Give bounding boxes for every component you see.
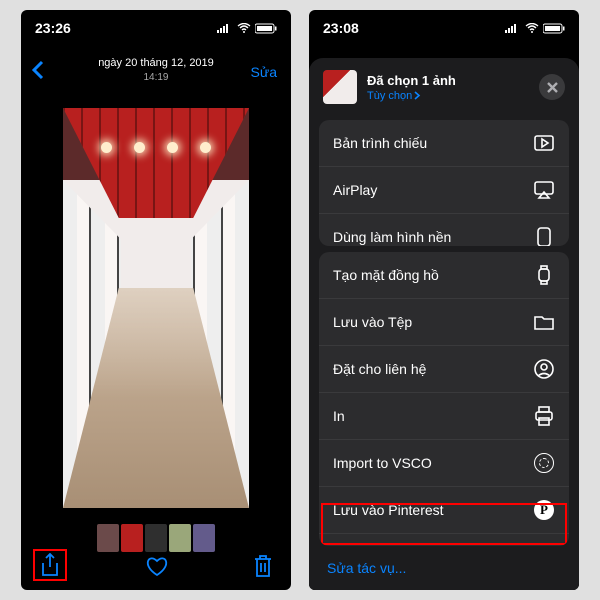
vsco-icon bbox=[533, 452, 555, 474]
photos-detail-screen: 23:26 ngày 20 tháng 12, 2019 14:19 Sửa bbox=[21, 10, 291, 590]
edit-actions-button[interactable]: Sửa tác vụ... bbox=[309, 546, 579, 590]
status-time: 23:08 bbox=[323, 20, 359, 36]
g2-row-1[interactable]: Lưu vào Tệp bbox=[319, 299, 569, 346]
g2-row-6[interactable]: Đổi kích thước ảnh bbox=[319, 534, 569, 546]
g2-row-0[interactable]: Tạo mặt đồng hồ bbox=[319, 252, 569, 299]
action-group-1: Bản trình chiếu AirPlay Dùng làm hình nền bbox=[319, 120, 569, 246]
status-bar: 23:26 bbox=[21, 10, 291, 46]
share-sheet: Đã chọn 1 ảnh Tùy chọn Bản trình chiếu Ai… bbox=[309, 58, 579, 590]
g2-row-5[interactable]: Lưu vào Pinterest P bbox=[319, 487, 569, 534]
contact-icon bbox=[533, 358, 555, 380]
row-label: Lưu vào Pinterest bbox=[333, 502, 444, 518]
action-group-2: Tạo mặt đồng hồ Lưu vào Tệp Đặt cho liên h… bbox=[319, 252, 569, 546]
wallpaper-icon bbox=[533, 226, 555, 246]
photo-content bbox=[63, 108, 249, 508]
trash-icon bbox=[253, 554, 273, 578]
g2-row-4[interactable]: Import to VSCO bbox=[319, 440, 569, 487]
row-label: Dùng làm hình nền bbox=[333, 229, 451, 245]
row-label: Bản trình chiếu bbox=[333, 135, 427, 151]
options-button[interactable]: Tùy chọn bbox=[367, 90, 456, 102]
row-label: Đặt cho liên hệ bbox=[333, 361, 426, 377]
g1-row-2[interactable]: Dùng làm hình nền bbox=[319, 214, 569, 246]
bottom-toolbar bbox=[21, 546, 291, 590]
sheet-header: Đã chọn 1 ảnh Tùy chọn bbox=[309, 58, 579, 114]
heart-icon bbox=[145, 555, 169, 577]
share-button[interactable] bbox=[39, 553, 61, 584]
row-label: Tạo mặt đồng hồ bbox=[333, 267, 439, 283]
airplay-icon bbox=[533, 179, 555, 201]
navbar: ngày 20 tháng 12, 2019 14:19 Sửa bbox=[21, 46, 291, 94]
status-icons bbox=[505, 23, 565, 34]
g1-row-1[interactable]: AirPlay bbox=[319, 167, 569, 214]
photo-viewport[interactable] bbox=[21, 94, 291, 522]
sheet-title: Đã chọn 1 ảnh bbox=[367, 73, 456, 88]
row-label: Lưu vào Tệp bbox=[333, 314, 412, 330]
status-time: 23:26 bbox=[35, 20, 71, 36]
row-label: Import to VSCO bbox=[333, 455, 432, 471]
print-icon bbox=[533, 405, 555, 427]
edit-button[interactable]: Sửa bbox=[251, 64, 278, 80]
row-label: AirPlay bbox=[333, 182, 377, 198]
status-icons bbox=[217, 23, 277, 34]
files-icon bbox=[533, 311, 555, 333]
close-button[interactable] bbox=[539, 74, 565, 100]
favorite-button[interactable] bbox=[145, 555, 169, 582]
sheet-thumbnail bbox=[323, 70, 357, 104]
g2-row-3[interactable]: In bbox=[319, 393, 569, 440]
share-icon bbox=[39, 553, 61, 579]
g2-row-2[interactable]: Đặt cho liên hệ bbox=[319, 346, 569, 393]
watchface-icon bbox=[533, 264, 555, 286]
delete-button[interactable] bbox=[253, 554, 273, 583]
photo-date: ngày 20 tháng 12, 2019 14:19 bbox=[98, 56, 214, 83]
close-icon bbox=[547, 82, 558, 93]
chevron-right-icon bbox=[414, 91, 421, 100]
g1-row-0[interactable]: Bản trình chiếu bbox=[319, 120, 569, 167]
share-sheet-screen: 23:08 Đã chọn 1 ảnh Tùy chọn Bản trình c… bbox=[309, 10, 579, 590]
row-label: In bbox=[333, 408, 345, 424]
pinterest-icon: P bbox=[533, 499, 555, 521]
slideshow-icon bbox=[533, 132, 555, 154]
back-button[interactable] bbox=[31, 60, 45, 85]
status-bar: 23:08 bbox=[309, 10, 579, 46]
